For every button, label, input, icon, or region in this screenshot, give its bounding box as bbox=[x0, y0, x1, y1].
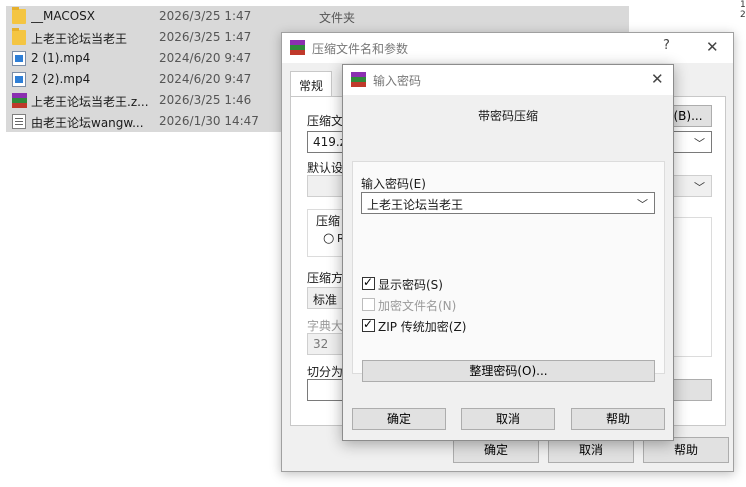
file-date: 2026/3/25 1:47 bbox=[159, 9, 252, 23]
compress-format-label: 压缩 bbox=[316, 214, 341, 228]
method-label: 压缩方 bbox=[307, 271, 344, 285]
cancel-button[interactable]: 取消 bbox=[461, 408, 555, 430]
file-date: 2026/1/30 14:47 bbox=[159, 114, 259, 128]
chevron-down-icon[interactable]: ﹀ bbox=[637, 196, 648, 212]
organize-passwords-button[interactable]: 整理密码(O)... bbox=[362, 360, 655, 382]
radio-icon[interactable]: ○ bbox=[323, 231, 334, 246]
split-label: 切分为 bbox=[307, 365, 344, 379]
zip-legacy-checkbox[interactable] bbox=[362, 317, 375, 332]
password-dialog-titlebar[interactable]: 输入密码 ✕ bbox=[343, 65, 673, 95]
default-profile-label: 默认设 bbox=[307, 161, 344, 175]
encrypt-filenames-checkbox[interactable] bbox=[362, 298, 375, 311]
help-button[interactable]: 帮助 bbox=[571, 408, 665, 430]
winrar-icon bbox=[290, 40, 305, 55]
file-date: 2024/6/20 9:47 bbox=[159, 72, 252, 86]
password-heading: 带密码压缩 bbox=[477, 109, 538, 123]
file-date: 2026/3/25 1:47 bbox=[159, 30, 252, 44]
method-dropdown[interactable]: 标准 bbox=[307, 287, 347, 309]
winrar-icon bbox=[351, 72, 366, 87]
ok-button[interactable]: 确定 bbox=[352, 408, 446, 430]
password-label: 输入密码(E) bbox=[361, 177, 426, 191]
file-row[interactable]: __MACOSX 2026/3/25 1:47 文件夹 bbox=[6, 6, 629, 27]
file-name: 由老王论坛wangw... bbox=[31, 116, 144, 130]
encrypt-filenames-label[interactable]: 加密文件名(N) bbox=[378, 297, 456, 314]
file-name: 2 (2).mp4 bbox=[31, 72, 91, 86]
password-input[interactable]: 上老王论坛当老王 ﹀ bbox=[361, 192, 655, 214]
close-icon[interactable]: ✕ bbox=[651, 70, 664, 88]
tab-general[interactable]: 常规 bbox=[290, 71, 333, 97]
password-dialog: 输入密码 ✕ 带密码压缩 输入密码(E) 上老王论坛当老王 ﹀ 显示密码(S) … bbox=[342, 64, 674, 441]
dict-size-label: 字典大 bbox=[307, 319, 344, 333]
password-dialog-title: 输入密码 bbox=[373, 74, 422, 88]
text-file-icon bbox=[12, 114, 26, 129]
file-name: 上老王论坛当老王 bbox=[31, 32, 128, 46]
zip-legacy-label[interactable]: ZIP 传统加密(Z) bbox=[378, 318, 466, 335]
folder-icon bbox=[12, 7, 26, 24]
password-value: 上老王论坛当老王 bbox=[367, 198, 464, 212]
edge-text-2: 2 bbox=[740, 10, 746, 20]
file-name: 上老王论坛当老王.z... bbox=[31, 95, 149, 109]
chevron-down-icon[interactable]: ﹀ bbox=[694, 135, 705, 151]
file-date: 2024/6/20 9:47 bbox=[159, 51, 252, 65]
video-file-icon bbox=[12, 51, 26, 66]
dialog-titlebar[interactable]: 压缩文件名和参数 ? ✕ bbox=[282, 33, 733, 63]
file-date: 2026/3/25 1:46 bbox=[159, 93, 252, 107]
folder-icon bbox=[12, 28, 26, 45]
close-icon[interactable]: ✕ bbox=[706, 38, 719, 56]
split-field[interactable] bbox=[307, 379, 347, 401]
help-icon[interactable]: ? bbox=[663, 38, 670, 53]
show-password-label[interactable]: 显示密码(S) bbox=[378, 276, 443, 293]
show-password-checkbox[interactable] bbox=[362, 275, 375, 290]
video-file-icon bbox=[12, 72, 26, 87]
file-name: 2 (1).mp4 bbox=[31, 51, 91, 65]
dialog-title: 压缩文件名和参数 bbox=[312, 42, 409, 56]
winrar-archive-icon bbox=[12, 93, 27, 108]
archive-name-label: 压缩文 bbox=[307, 114, 344, 128]
dict-size-dropdown[interactable]: 32 bbox=[307, 333, 347, 355]
chevron-down-icon[interactable]: ﹀ bbox=[694, 179, 705, 195]
file-type: 文件夹 bbox=[319, 11, 356, 25]
edge-text-1: 1 bbox=[740, 0, 746, 10]
file-name: __MACOSX bbox=[31, 9, 96, 23]
